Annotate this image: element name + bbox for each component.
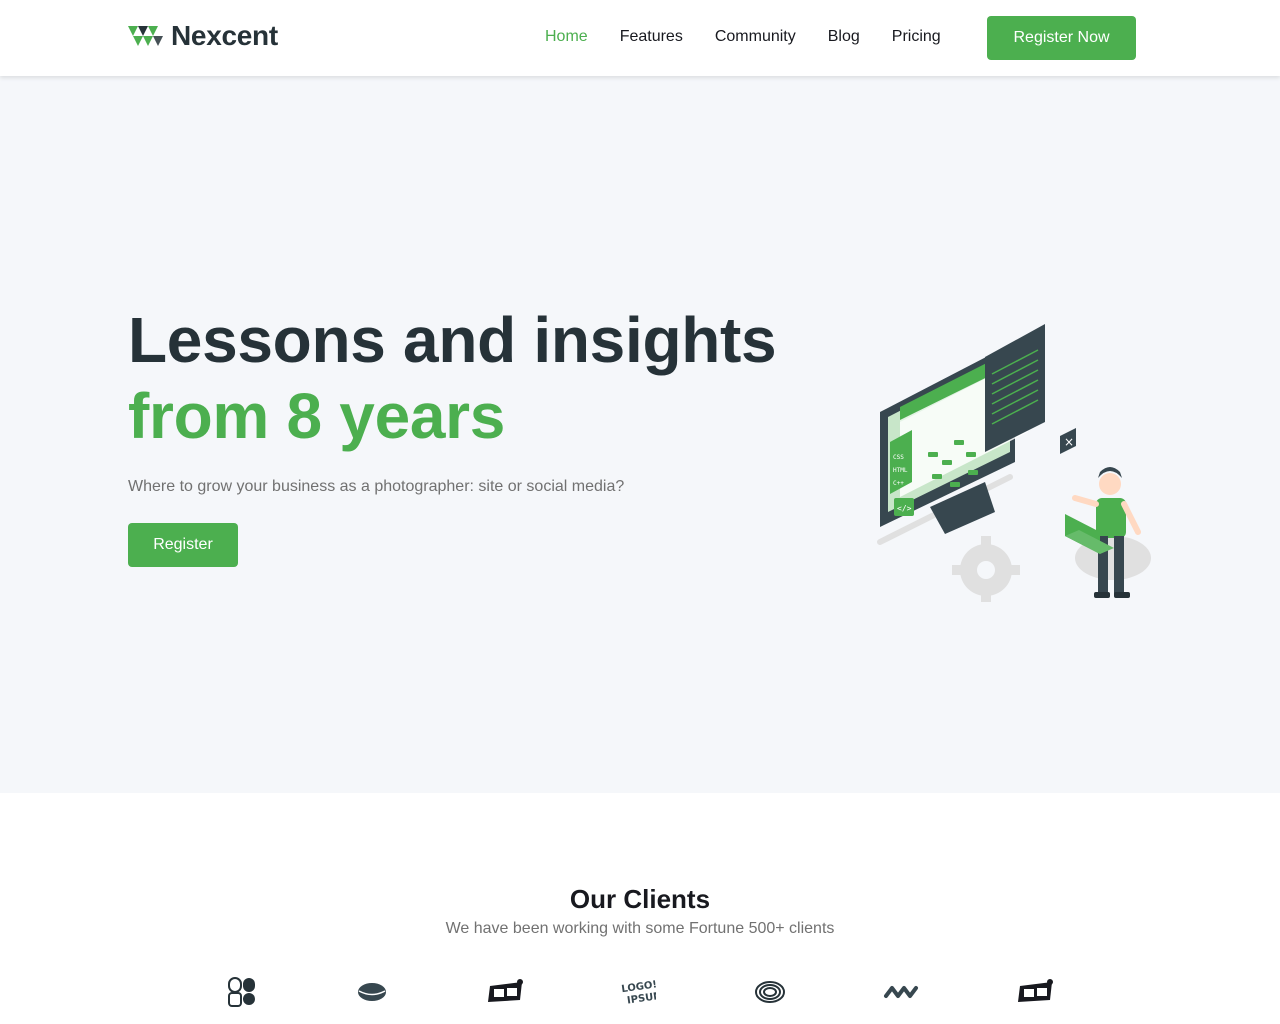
clients-subtitle: We have been working with some Fortune 5… [445,920,835,937]
client-logo-4-icon: LOGO! IPSUM [621,979,656,1006]
nexcent-logo-icon [128,26,163,46]
hero-section: Lessons and insights from 8 years Where … [0,76,1280,793]
client-logo-7-icon [1018,979,1053,1002]
client-logo-1-icon [228,977,255,1007]
nav-home[interactable]: Home [545,28,588,46]
brand-name: Nexcent [171,20,278,51]
hero-title: Lessons and insights from 8 years [128,302,777,454]
svg-text:</>: </> [897,504,912,513]
site-header: Nexcent Home Features Community Blog Pri… [0,0,1280,76]
hero-subtitle: Where to grow your business as a photogr… [128,478,625,495]
svg-text:HTML: HTML [893,467,908,474]
hero-title-line1: Lessons and insights [128,304,777,376]
nav-blog[interactable]: Blog [828,28,860,46]
register-now-button[interactable]: Register Now [987,16,1136,60]
client-logo-2-icon [358,983,386,1001]
svg-text:CSS: CSS [893,454,904,461]
close-badge-icon: × [1060,428,1076,454]
nav-pricing[interactable]: Pricing [892,28,941,46]
client-logo-3-icon [488,979,523,1002]
client-logo-5-icon [755,981,785,1003]
nav-community[interactable]: Community [715,28,796,46]
gear-icon [952,536,1020,602]
svg-text:C++: C++ [893,480,904,487]
hero-register-button[interactable]: Register [128,523,238,567]
brand-logo[interactable]: Nexcent [128,20,278,52]
main-nav: Home Features Community Blog Pricing [545,28,973,46]
client-logos-row: LOGO! IPSUM [0,976,1280,1008]
hero-title-line2: from 8 years [128,380,506,452]
nav-features[interactable]: Features [620,28,683,46]
client-logo-6-icon [884,986,918,998]
svg-text:×: × [1064,435,1074,449]
developer-at-monitor-illustration: CSS HTML C++ </> × [877,324,1151,602]
clients-title: Our Clients [569,884,711,914]
